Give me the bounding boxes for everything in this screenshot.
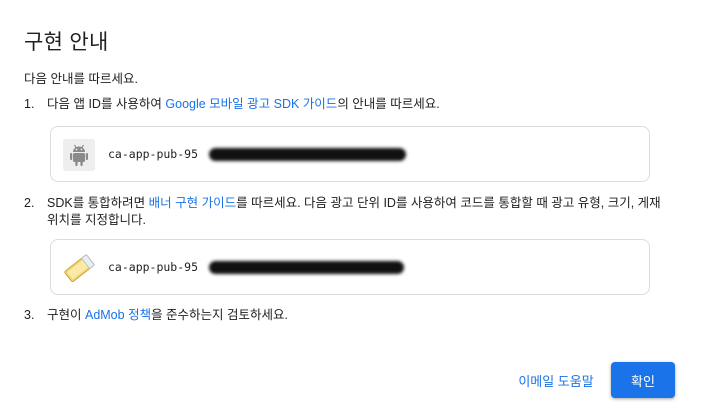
step-text-post: 의 안내를 따르세요.: [337, 97, 440, 111]
step-number: 3.: [24, 308, 35, 322]
banner-ad-icon: [64, 254, 95, 283]
intro-text: 다음 안내를 따르세요.: [24, 72, 138, 86]
admob-policy-link[interactable]: AdMob 정책: [85, 308, 151, 322]
step-text: 다음 앱 ID를 사용하여 Google 모바일 광고 SDK 가이드의 안내를…: [47, 96, 662, 113]
app-id-text[interactable]: ca-app-pub-95: [108, 147, 198, 161]
step-number: 1.: [24, 97, 35, 111]
ad-unit-id-box: ca-app-pub-95: [50, 239, 650, 295]
step-text: 구현이 AdMob 정책을 준수하는지 검토하세요.: [47, 307, 662, 324]
step-text: SDK를 통합하려면 배너 구현 가이드를 따르세요. 다음 광고 단위 ID를…: [47, 195, 662, 229]
banner-guide-link[interactable]: 배너 구현 가이드: [149, 196, 236, 210]
confirm-button[interactable]: 확인: [611, 362, 675, 398]
step-text-pre: 다음 앱 ID를 사용하여: [47, 97, 166, 111]
step-number: 2.: [24, 196, 35, 210]
email-help-button[interactable]: 이메일 도움말: [506, 362, 606, 398]
app-id-box: ca-app-pub-95: [50, 126, 650, 182]
step-text-pre: 구현이: [47, 308, 85, 322]
android-icon: [63, 139, 95, 171]
step-text-post: 을 준수하는지 검토하세요.: [151, 308, 288, 322]
implementation-dialog: 구현 안내 다음 안내를 따르세요. 1. 다음 앱 ID를 사용하여 Goog…: [0, 0, 701, 418]
redacted-id-mask: [209, 148, 406, 161]
dialog-title: 구현 안내: [24, 31, 109, 54]
redacted-id-mask: [209, 261, 404, 274]
step-text-pre: SDK를 통합하려면: [47, 196, 149, 210]
sdk-guide-link[interactable]: Google 모바일 광고 SDK 가이드: [165, 97, 337, 111]
ad-unit-id-text[interactable]: ca-app-pub-95: [108, 260, 198, 274]
